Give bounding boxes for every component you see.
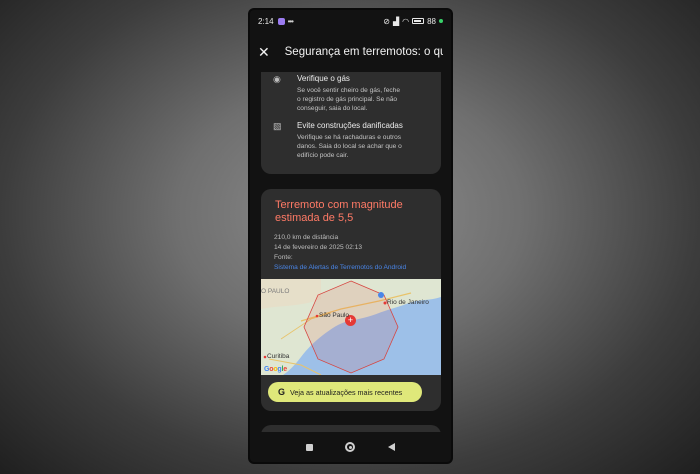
tip-description: Se você sentir cheiro de gás, feche o re… <box>297 87 400 112</box>
safety-tips-card: ◉ Verifique o gás Se você sentir cheiro … <box>261 72 441 174</box>
status-bar: 2:14 ••• ⊘ ▟ ◠ 88 <box>250 10 451 32</box>
status-time: 2:14 <box>258 16 274 26</box>
google-g-icon: G <box>278 387 286 397</box>
map-label-rio: Rio de Janeiro <box>387 299 429 306</box>
updates-button[interactable]: G Veja as atualizações mais recentes <box>268 382 422 402</box>
map-label-curitiba: Curitiba <box>267 353 290 360</box>
recents-icon[interactable] <box>306 443 314 451</box>
back-icon[interactable] <box>387 443 395 451</box>
google-logo: Google <box>264 366 287 373</box>
tip-heading: Verifique o gás <box>297 74 350 83</box>
source-link[interactable]: Sistema de Alertas de Terremotos do Andr… <box>274 263 406 273</box>
map-label-sao-paulo-state: O PAULO <box>261 288 290 295</box>
battery-icon <box>412 18 425 24</box>
phone-screen: 2:14 ••• ⊘ ▟ ◠ 88 ✕ Segurança em terremo… <box>250 10 451 462</box>
damaged-building-icon: ▧ <box>273 121 282 131</box>
tip-heading: Evite construções danificadas <box>297 121 403 130</box>
mute-icon: ⊘ <box>383 16 390 26</box>
app-bar: ✕ Segurança em terremotos: o qu... <box>250 32 451 72</box>
more-notifications-icon: ••• <box>287 16 294 26</box>
next-card <box>261 425 441 432</box>
signal-icon: ▟ <box>392 16 400 26</box>
earthquake-card: Terremoto com magnitude estimada de 5,5 … <box>261 189 441 411</box>
tip-buildings: ▧ Evite construções danificadas Verifiqu… <box>273 121 403 160</box>
earthquake-distance: 210,0 km de distância <box>274 234 339 241</box>
source-label: Fonte: <box>274 254 293 261</box>
gas-icon: ◉ <box>273 74 281 84</box>
scroll-content[interactable]: ◉ Verifique o gás Se você sentir cheiro … <box>250 72 451 432</box>
wifi-icon: ◠ <box>402 16 410 26</box>
earthquake-info: 210,0 km de distância 14 de fevereiro de… <box>274 233 406 273</box>
close-icon[interactable]: ✕ <box>258 45 275 59</box>
tip-description: Verifique se há rachaduras e outros dano… <box>297 134 402 159</box>
map-label-sao-paulo: São Paulo <box>319 312 349 319</box>
tip-gas: ◉ Verifique o gás Se você sentir cheiro … <box>273 74 400 113</box>
home-icon[interactable] <box>345 442 356 452</box>
battery-level: 88 <box>427 16 436 26</box>
earthquake-date: 14 de fevereiro de 2025 02:13 <box>274 244 362 251</box>
app-notification-icon <box>277 17 285 25</box>
earthquake-map[interactable]: + O PAULO São Paulo Rio de Janeiro Curit… <box>261 279 441 375</box>
earthquake-title: Terremoto com magnitude estimada de 5,5 <box>275 199 403 224</box>
privacy-indicator-icon <box>439 19 443 23</box>
page-title: Segurança em terremotos: o qu... <box>284 46 443 58</box>
updates-button-label: Veja as atualizações mais recentes <box>290 387 403 397</box>
navigation-bar <box>250 432 451 462</box>
